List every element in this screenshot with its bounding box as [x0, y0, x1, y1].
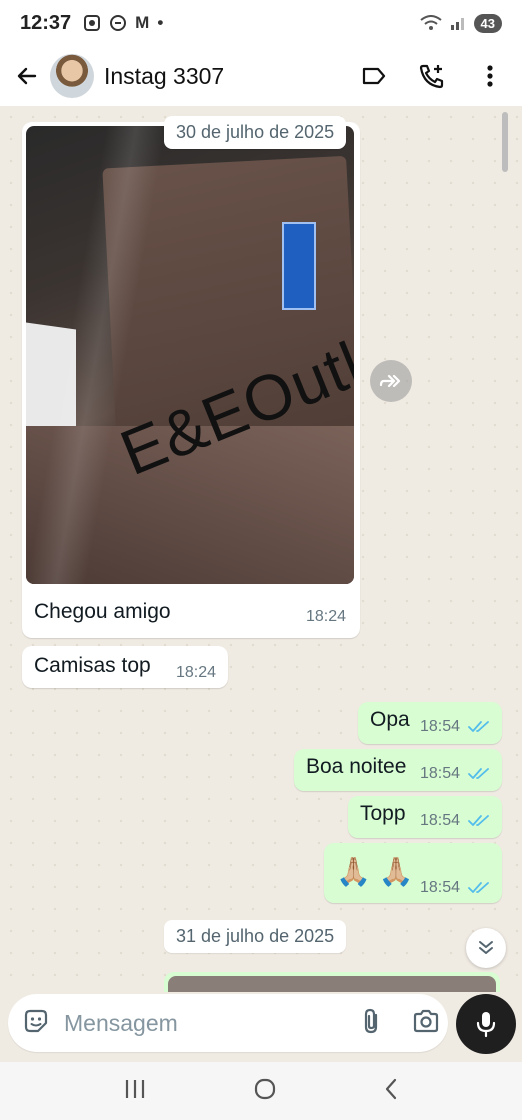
header-actions: [360, 62, 510, 90]
date-chip: 31 de julho de 2025: [164, 920, 347, 953]
message-input[interactable]: [64, 1009, 360, 1037]
next-image-preview: [168, 976, 496, 992]
chat-area[interactable]: E&EOutlet Chegou amigo 18:24 30 de julho…: [0, 106, 522, 992]
more-notifications-dot: •: [157, 13, 164, 32]
emoji-message: 🙏🏼 🙏🏼: [336, 856, 414, 887]
double-check-icon: [468, 721, 489, 732]
message-time: 18:54: [420, 765, 461, 782]
message-time: 18:24: [176, 664, 217, 681]
back-arrow-icon[interactable]: [12, 61, 42, 91]
image-message-bubble[interactable]: E&EOutlet Chegou amigo 18:24: [22, 122, 360, 638]
message-time: 18:54: [420, 879, 461, 896]
mic-icon[interactable]: [456, 994, 516, 1054]
composer: [0, 992, 522, 1062]
message-text: Boa noitee: [306, 755, 407, 778]
message-input-bar[interactable]: [8, 994, 448, 1052]
status-bar: 12:37 M • 43: [0, 0, 522, 46]
system-nav-bar: [0, 1062, 522, 1120]
message-text: Chegou amigo: [34, 600, 171, 623]
composer-icons: [360, 1007, 444, 1040]
double-chevron-down-icon[interactable]: [466, 928, 506, 968]
avatar[interactable]: [50, 54, 94, 98]
screenshot-icon: [84, 15, 101, 31]
scrollbar[interactable]: [502, 112, 508, 172]
camera-icon[interactable]: [412, 1009, 440, 1038]
label-icon[interactable]: [360, 62, 388, 90]
recents-icon[interactable]: [123, 1078, 147, 1105]
sticker-icon[interactable]: [22, 1007, 50, 1040]
contact-name[interactable]: Instag 3307: [104, 63, 224, 90]
message-time: 18:24: [306, 608, 347, 625]
message-time: 18:54: [420, 812, 461, 829]
battery-icon: 43: [473, 13, 502, 33]
message-time: 18:54: [420, 718, 461, 735]
outgoing-message-bubble[interactable]: Opa 18:54: [358, 702, 502, 744]
double-check-icon: [468, 882, 489, 893]
photo-tag: [282, 222, 316, 310]
status-time: 12:37: [20, 11, 72, 34]
date-chip: 30 de julho de 2025: [164, 116, 347, 149]
double-check-icon: [468, 768, 489, 779]
app-notification-icon: [110, 15, 127, 31]
chat-header: Instag 3307: [0, 46, 522, 106]
nav-back-icon[interactable]: [383, 1077, 399, 1106]
gmail-icon: M: [135, 13, 150, 32]
more-vert-icon[interactable]: [476, 62, 504, 90]
forward-icon[interactable]: [370, 360, 412, 402]
next-image-message[interactable]: [164, 972, 500, 992]
outgoing-message-bubble[interactable]: Topp 18:54: [348, 796, 502, 838]
status-right: 43: [419, 13, 502, 33]
outgoing-message-bubble[interactable]: Boa noitee 18:54: [294, 749, 502, 791]
wifi-icon: [419, 15, 442, 30]
message-text: Camisas top: [34, 654, 151, 677]
message-photo[interactable]: E&EOutlet: [26, 126, 354, 584]
add-call-icon[interactable]: [418, 62, 446, 90]
message-text: Topp: [360, 802, 406, 825]
incoming-message-bubble[interactable]: Camisas top 18:24: [22, 646, 228, 688]
home-icon[interactable]: [253, 1077, 277, 1106]
double-check-icon: [468, 815, 489, 826]
message-text: Opa: [370, 708, 410, 731]
outgoing-message-bubble[interactable]: 🙏🏼 🙏🏼 18:54: [324, 843, 502, 903]
attach-icon[interactable]: [360, 1007, 382, 1040]
status-notification-icons: M •: [83, 13, 163, 33]
signal-icon: [450, 18, 464, 30]
